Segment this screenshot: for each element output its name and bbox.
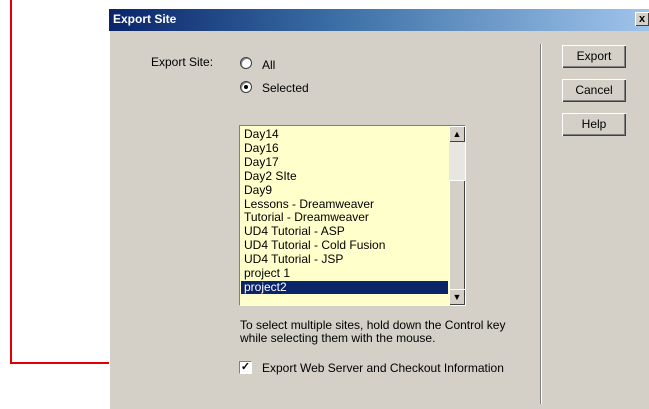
cancel-button[interactable]: Cancel bbox=[562, 79, 626, 102]
scroll-down-icon[interactable]: ▼ bbox=[449, 289, 465, 305]
list-item[interactable]: Lessons - Dreamweaver bbox=[244, 197, 374, 211]
title-bar: Export Site x bbox=[109, 9, 649, 31]
radio-all[interactable] bbox=[240, 57, 252, 69]
help-button[interactable]: Help bbox=[562, 113, 626, 136]
scroll-up-icon[interactable]: ▲ bbox=[449, 126, 465, 142]
list-item[interactable]: Day14 bbox=[244, 128, 279, 141]
export-site-dialog: Export Site x Export Site: All Selected … bbox=[109, 9, 649, 409]
list-item[interactable]: project 1 bbox=[244, 267, 290, 280]
scroll-thumb[interactable] bbox=[449, 180, 465, 290]
export-server-checkbox[interactable]: ✓ bbox=[239, 361, 252, 374]
list-item[interactable]: UD4 Tutorial - Cold Fusion bbox=[244, 239, 385, 252]
radio-selected-dot bbox=[244, 85, 248, 89]
radio-selected-label: Selected bbox=[262, 81, 309, 95]
export-server-checkbox-label: Export Web Server and Checkout Informati… bbox=[262, 361, 504, 375]
vertical-separator bbox=[540, 44, 541, 404]
export-site-label: Export Site: bbox=[151, 55, 214, 69]
list-item[interactable]: UD4 Tutorial - ASP bbox=[244, 225, 345, 238]
help-text-line1: To select multiple sites, hold down the … bbox=[240, 318, 506, 332]
list-item[interactable]: Day9 bbox=[244, 183, 272, 197]
radio-all-label: All bbox=[262, 58, 276, 72]
list-item[interactable]: project2 bbox=[241, 280, 448, 294]
close-button[interactable]: x bbox=[635, 12, 649, 26]
help-text-line2: while selecting them with the mouse. bbox=[240, 331, 436, 345]
annotation-arrow-vertical bbox=[10, 0, 12, 364]
listbox-scrollbar[interactable]: ▲ ▼ bbox=[449, 126, 465, 305]
list-item[interactable]: Day16 bbox=[244, 141, 279, 155]
list-item[interactable]: UD4 Tutorial - JSP bbox=[244, 253, 343, 266]
export-button[interactable]: Export bbox=[562, 45, 626, 68]
sites-listbox[interactable]: Day14 Day16 Day17 Day2 SIte Day9 Lessons - Dr… bbox=[239, 125, 466, 306]
list-item[interactable]: Day2 SIte bbox=[244, 169, 297, 183]
radio-selected[interactable] bbox=[240, 81, 252, 93]
list-item[interactable]: Day17 bbox=[244, 155, 279, 169]
dialog-title: Export Site bbox=[113, 12, 177, 26]
list-item[interactable]: Tutorial - Dreamweaver bbox=[244, 211, 369, 224]
